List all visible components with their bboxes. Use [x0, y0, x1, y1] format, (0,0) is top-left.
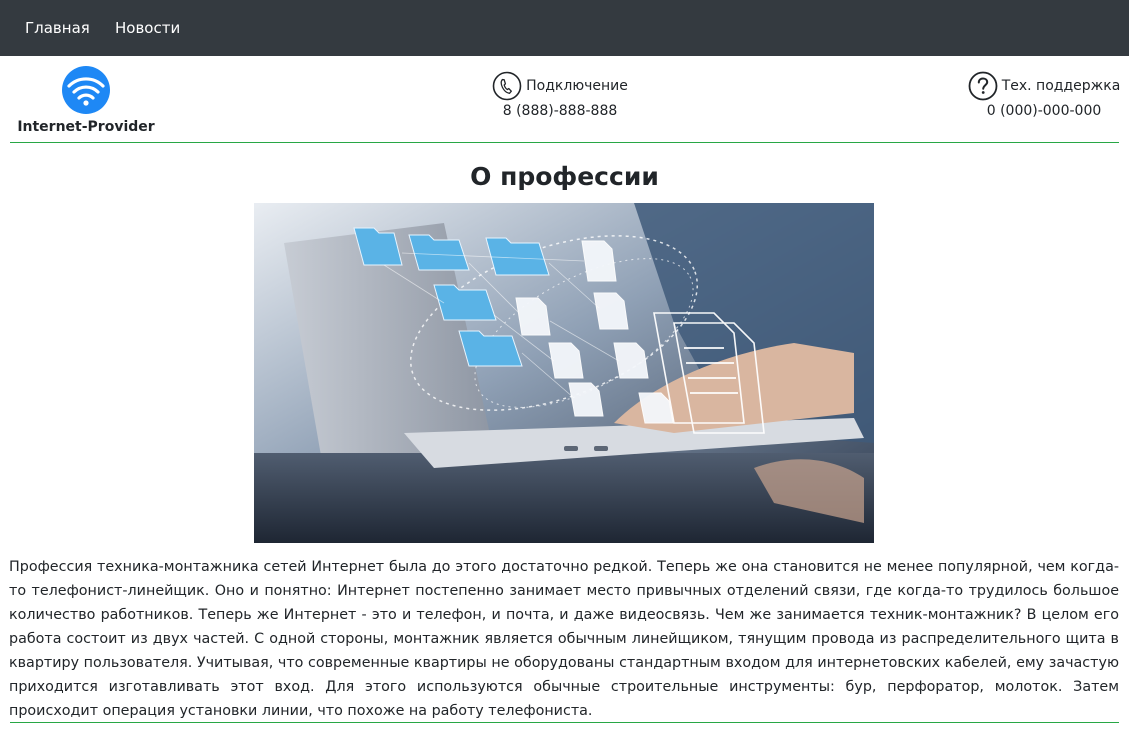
phone-icon [492, 71, 522, 101]
support-phone[interactable]: 0 (000)-000-000 [967, 103, 1121, 119]
question-icon [968, 71, 998, 101]
nav-link-news[interactable]: Новости [115, 19, 180, 37]
article-text: Профессия техника-монтажника сетей Интер… [9, 559, 1119, 719]
support-contact: Тех. поддержка 0 (000)-000-000 [967, 71, 1121, 119]
top-navbar: Главная Новости [0, 0, 1129, 56]
laptop-data-illustration [254, 203, 874, 543]
header-divider [10, 142, 1119, 143]
footer-divider [10, 722, 1119, 723]
connection-label: Подключение [526, 78, 628, 94]
article-image [254, 203, 874, 543]
connection-phone[interactable]: 8 (888)-888-888 [478, 103, 642, 119]
page-title: О профессии [470, 162, 659, 191]
connection-contact: Подключение 8 (888)-888-888 [478, 71, 642, 119]
brand[interactable]: Internet-Provider [10, 66, 162, 136]
support-label: Тех. поддержка [1001, 78, 1121, 94]
wifi-icon [62, 66, 110, 114]
nav-link-home[interactable]: Главная [25, 19, 90, 37]
brand-name: Internet-Provider [17, 119, 155, 135]
